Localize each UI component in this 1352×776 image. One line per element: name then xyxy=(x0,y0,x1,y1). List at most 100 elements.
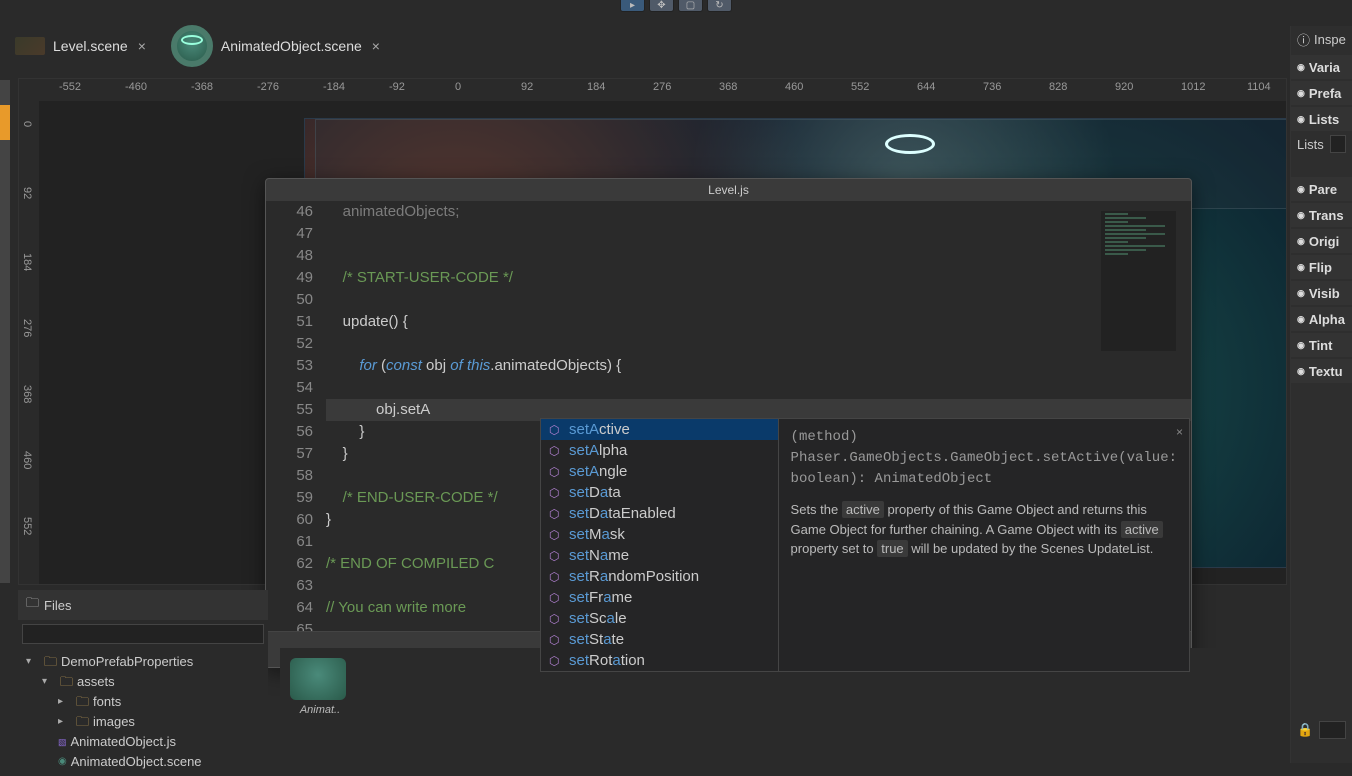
doc-signature: (method) Phaser.GameObjects.GameObject.s… xyxy=(791,427,1177,490)
ruler-vertical: 092184276368460552 xyxy=(19,101,39,584)
method-icon: ⬡ xyxy=(549,591,563,605)
tool-pan-button[interactable]: ✥ xyxy=(649,0,674,12)
asset-thumbnail[interactable]: Animat.. xyxy=(290,658,350,716)
ruler-tick: 460 xyxy=(21,451,33,469)
inspector-property[interactable]: ◉Flip xyxy=(1291,255,1352,279)
ruler-tick: 828 xyxy=(1049,81,1067,93)
inspector-property[interactable]: ◉Textu xyxy=(1291,359,1352,383)
autocomplete-item[interactable]: ⬡setDataEnabled xyxy=(541,503,778,524)
tree-item-folder[interactable]: ▾🗀 assets xyxy=(26,672,260,692)
autocomplete-item[interactable]: ⬡setAlpha xyxy=(541,440,778,461)
chevron-icon: ▾ xyxy=(26,652,40,672)
tool-rotate-button[interactable]: ↻ xyxy=(707,0,732,12)
inspector-property[interactable]: ◉Tint xyxy=(1291,333,1352,357)
tree-item-folder[interactable]: ▾🗀 DemoPrefabProperties xyxy=(26,652,260,672)
property-label: Visib xyxy=(1309,286,1340,301)
ruler-tick: 644 xyxy=(917,81,935,93)
inspector-section[interactable]: ◉ Varia xyxy=(1291,55,1352,79)
autocomplete-list[interactable]: ⬡setActive⬡setAlpha⬡setAngle⬡setData⬡set… xyxy=(541,419,778,671)
autocomplete-item[interactable]: ⬡setFrame xyxy=(541,587,778,608)
autocomplete-item[interactable]: ⬡setRandomPosition xyxy=(541,566,778,587)
tool-select-button[interactable]: ▢ xyxy=(678,0,703,12)
close-icon[interactable]: × xyxy=(138,38,146,54)
method-icon: ⬡ xyxy=(549,444,563,458)
inspector-panel: ⓘ Inspe ◉Varia◉Prefa◉Lists Lists ◉Pare◉T… xyxy=(1290,26,1352,763)
ruler-tick: -276 xyxy=(257,81,279,93)
close-icon[interactable]: × xyxy=(1176,423,1183,441)
lists-row: Lists xyxy=(1291,131,1352,157)
left-gutter xyxy=(0,80,10,583)
line-gutter: 4647484950515253545556575859606162636465 xyxy=(266,201,321,631)
bullet-icon: ◉ xyxy=(1297,288,1305,299)
ruler-tick: 368 xyxy=(719,81,737,93)
files-icon: 🗀 xyxy=(26,594,39,616)
autocomplete-popup: ⬡setActive⬡setAlpha⬡setAngle⬡setData⬡set… xyxy=(540,418,1190,672)
section-label: Prefa xyxy=(1309,86,1342,101)
code-line xyxy=(326,223,1191,245)
property-label: Alpha xyxy=(1309,312,1345,327)
method-icon: ⬡ xyxy=(549,633,563,647)
inspector-section[interactable]: ◉Prefa xyxy=(1291,81,1352,105)
tab-level-scene[interactable]: Level.scene × xyxy=(15,37,146,55)
tool-pointer-button[interactable]: ▸ xyxy=(620,0,645,12)
ruler-horizontal: -552-460-368-276-184-9209218427636846055… xyxy=(19,79,1286,101)
autocomplete-item[interactable]: ⬡setRotation xyxy=(541,650,778,671)
code-line xyxy=(326,333,1191,355)
method-icon: ⬡ xyxy=(549,549,563,563)
tree-item-label: DemoPrefabProperties xyxy=(61,652,193,672)
method-icon: ⬡ xyxy=(549,570,563,584)
autocomplete-item[interactable]: ⬡setData xyxy=(541,482,778,503)
chevron-icon: ▸ xyxy=(58,692,72,712)
method-icon: ⬡ xyxy=(549,612,563,626)
autocomplete-item[interactable]: ⬡setScale xyxy=(541,608,778,629)
autocomplete-item[interactable]: ⬡setName xyxy=(541,545,778,566)
top-toolbar: ▸ ✥ ▢ ↻ xyxy=(0,0,1352,12)
bullet-icon: ◉ xyxy=(1297,184,1305,195)
method-icon: ⬡ xyxy=(549,654,563,668)
lock-input[interactable] xyxy=(1319,721,1346,739)
ruler-tick: 736 xyxy=(983,81,1001,93)
chevron-icon: ▾ xyxy=(42,672,56,692)
property-label: Pare xyxy=(1309,182,1337,197)
method-icon: ⬡ xyxy=(549,486,563,500)
bullet-icon: ◉ xyxy=(1297,62,1305,73)
tab-label: AnimatedObject.scene xyxy=(221,38,362,54)
autocomplete-item[interactable]: ⬡setActive xyxy=(541,419,778,440)
inspector-section[interactable]: ◉Lists xyxy=(1291,107,1352,131)
inspector-title: ⓘ Inspe xyxy=(1291,26,1352,53)
tree-item-folder[interactable]: ▸🗀 fonts xyxy=(26,692,260,712)
inspector-property[interactable]: ◉ Visib xyxy=(1291,281,1352,305)
file-tree[interactable]: ▾🗀 DemoPrefabProperties▾🗀 assets▸🗀 fonts… xyxy=(18,648,268,776)
close-icon[interactable]: × xyxy=(372,38,380,54)
ruler-tick: 368 xyxy=(21,385,33,403)
inspector-property[interactable]: ◉Trans xyxy=(1291,203,1352,227)
lists-input[interactable] xyxy=(1330,135,1346,153)
code-line xyxy=(326,245,1191,267)
lists-label: Lists xyxy=(1297,137,1324,152)
inspector-property[interactable]: ◉Alpha xyxy=(1291,307,1352,331)
autocomplete-doc: × (method) Phaser.GameObjects.GameObject… xyxy=(778,419,1189,671)
property-label: Textu xyxy=(1309,364,1343,379)
files-search-input[interactable] xyxy=(22,624,264,644)
info-icon: ⓘ xyxy=(1297,30,1310,49)
section-label: Varia xyxy=(1309,60,1340,75)
tab-label: Level.scene xyxy=(53,38,128,54)
bullet-icon: ◉ xyxy=(1297,114,1305,125)
property-label: Tint xyxy=(1309,338,1333,353)
inspector-property[interactable]: ◉Origi xyxy=(1291,229,1352,253)
tree-item-js[interactable]: ▧ AnimatedObject.js xyxy=(26,732,260,752)
prefab-icon xyxy=(290,658,346,700)
autocomplete-item[interactable]: ⬡setAngle xyxy=(541,461,778,482)
tab-animated-object-scene[interactable]: AnimatedObject.scene × xyxy=(171,25,380,67)
scene-thumb-icon xyxy=(15,37,45,55)
ruler-tick: 552 xyxy=(21,517,33,535)
folder-icon: 🗀 xyxy=(76,712,89,732)
property-label: Origi xyxy=(1309,234,1339,249)
files-tab[interactable]: 🗀 Files xyxy=(18,590,268,620)
autocomplete-item[interactable]: ⬡setState xyxy=(541,629,778,650)
tree-item-scene[interactable]: ◉ AnimatedObject.scene xyxy=(26,752,260,772)
inspector-property[interactable]: ◉ Pare xyxy=(1291,177,1352,201)
minimap[interactable] xyxy=(1101,211,1176,351)
tree-item-folder[interactable]: ▸🗀 images xyxy=(26,712,260,732)
autocomplete-item[interactable]: ⬡setMask xyxy=(541,524,778,545)
